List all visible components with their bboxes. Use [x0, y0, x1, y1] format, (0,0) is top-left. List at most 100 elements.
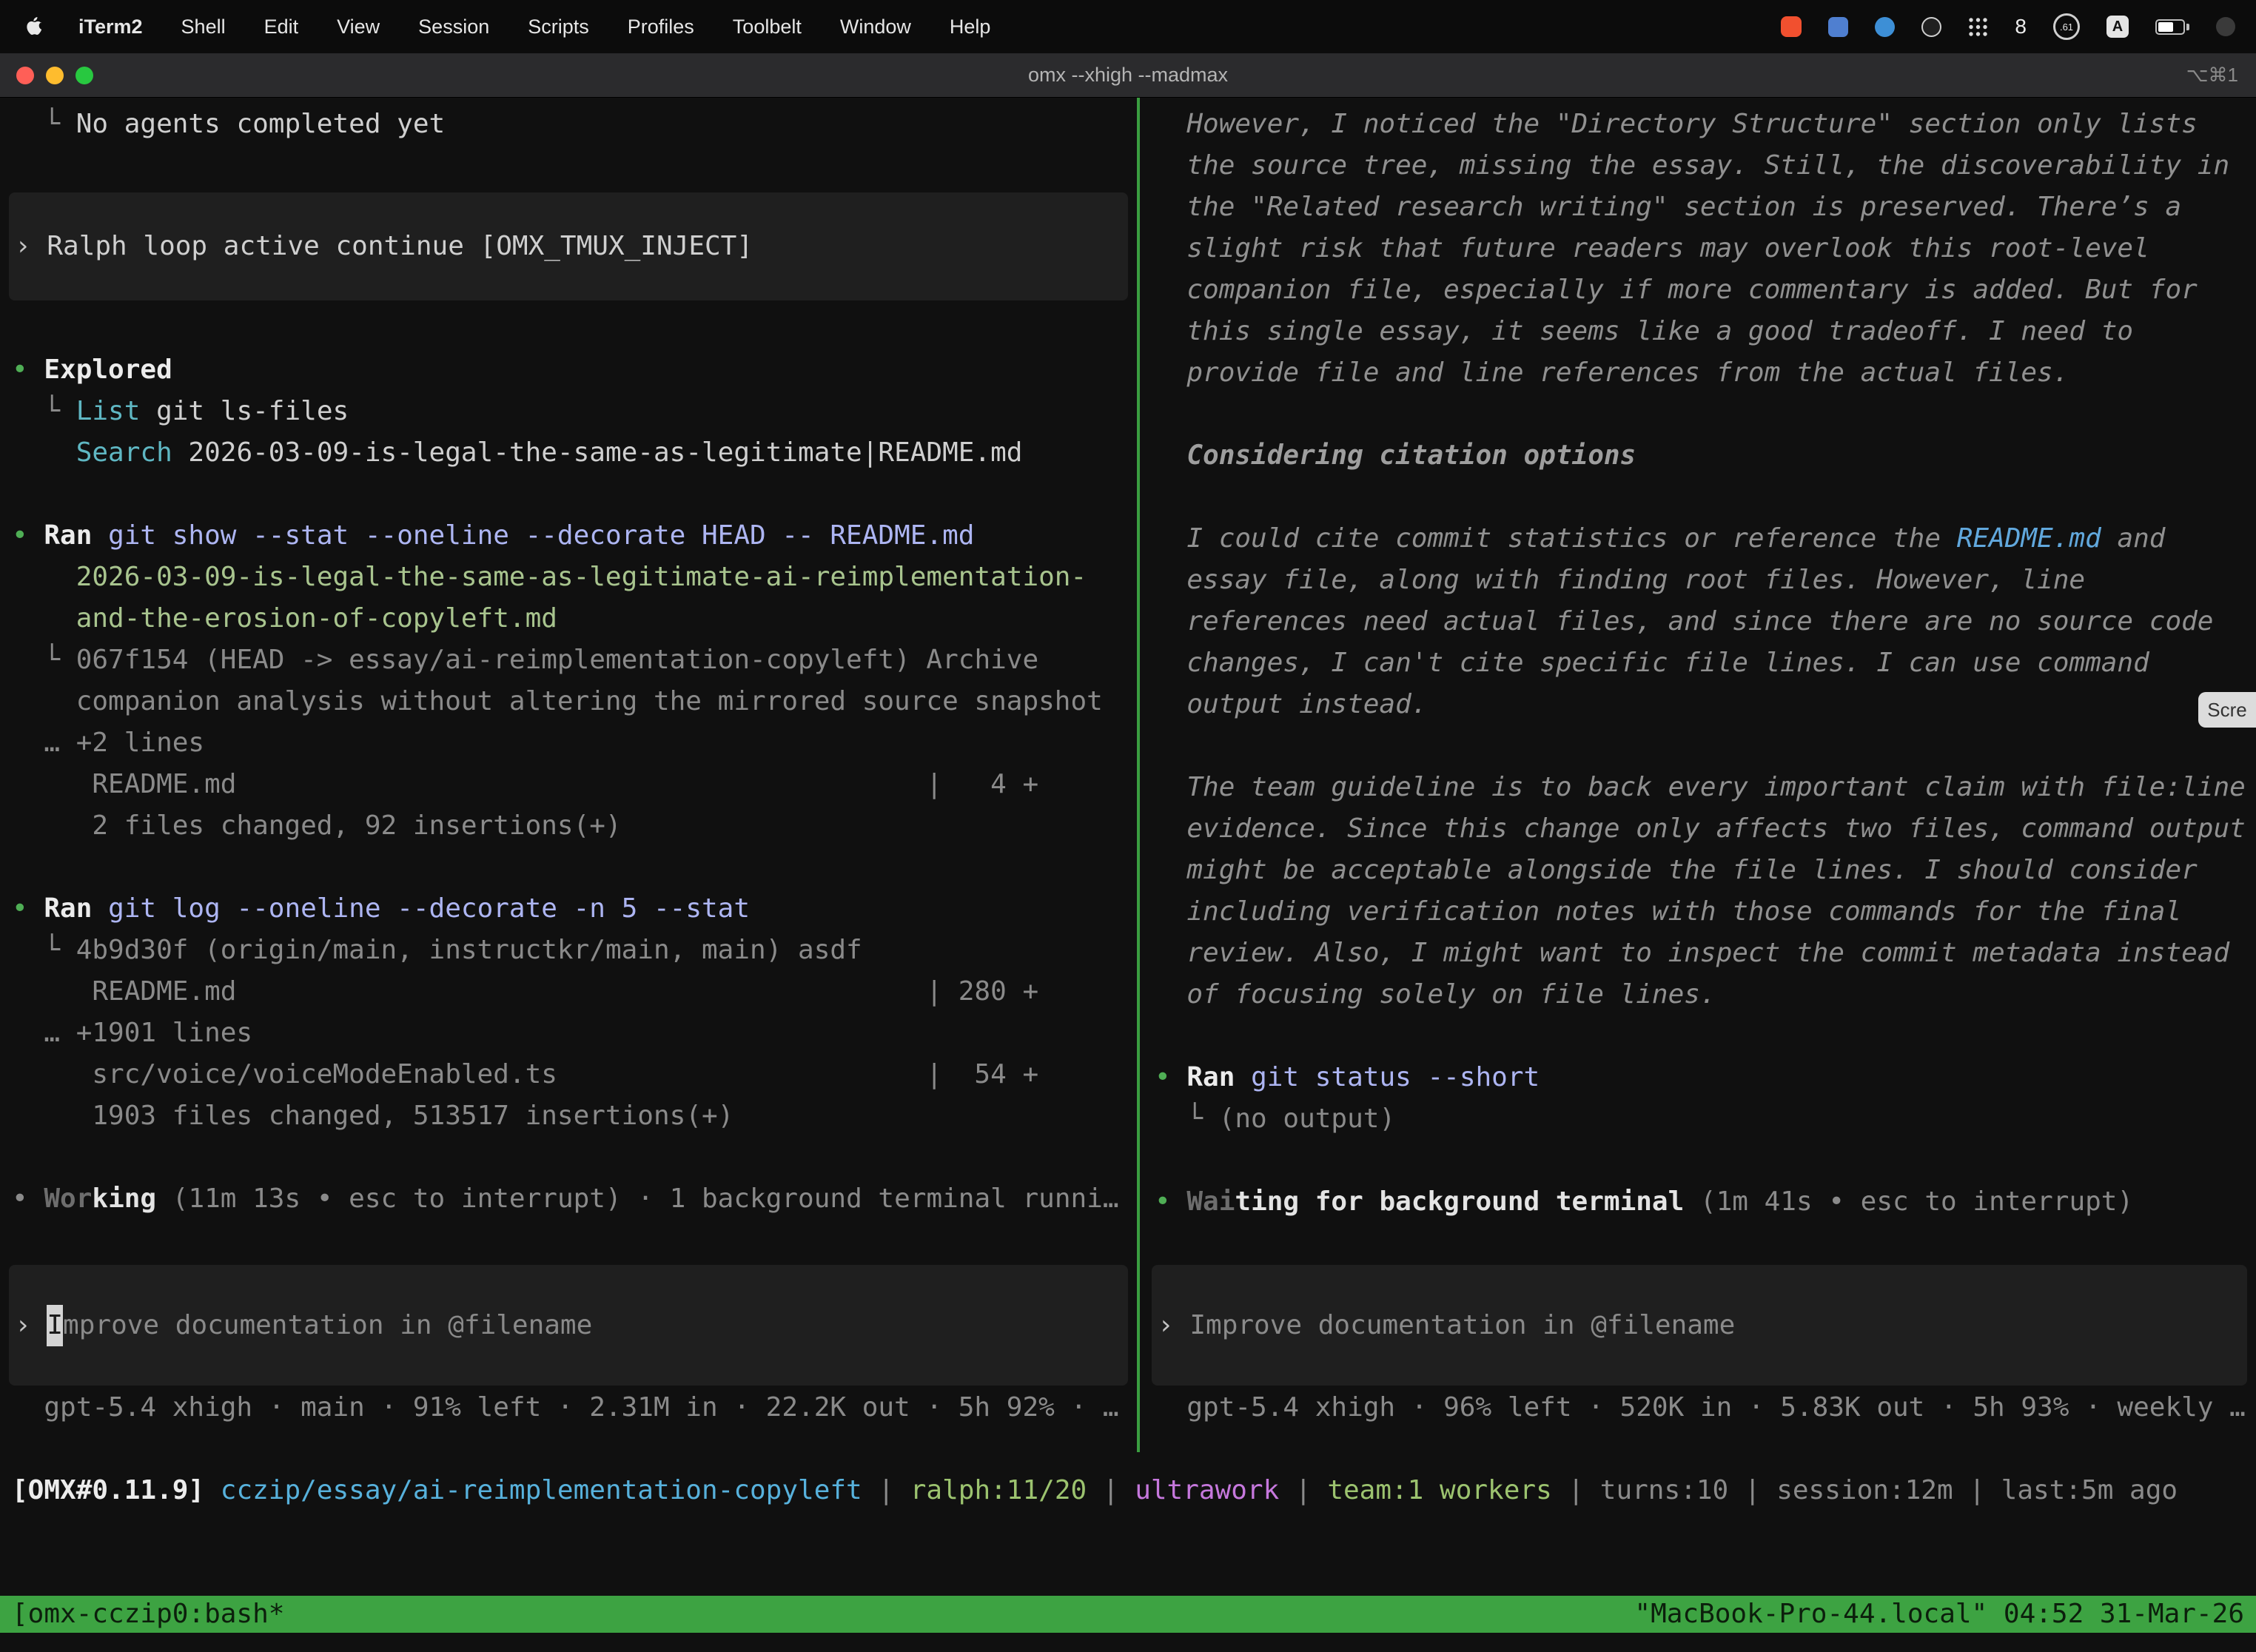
terminal-line: [0, 1137, 1137, 1178]
screen-share-button[interactable]: Scre: [2198, 692, 2256, 728]
terminal-line: provide file and line references from th…: [1143, 352, 2256, 394]
terminal-line: • Explored: [0, 349, 1137, 391]
screen-recording-indicator-icon[interactable]: [1781, 16, 1802, 37]
blue-grid-app-icon[interactable]: [1828, 17, 1848, 37]
battery-icon[interactable]: [2155, 19, 2189, 35]
left-agent-pane: └ No agents completed yet › Ralph loop a…: [0, 98, 1137, 1428]
terminal-line: However, I noticed the "Directory Struct…: [1143, 104, 2256, 145]
terminal-line: [1143, 477, 2256, 518]
terminal-line: this single essay, it seems like a good …: [1143, 311, 2256, 352]
right-pane-lines: However, I noticed the "Directory Struct…: [1143, 104, 2256, 1223]
terminal-line: └ No agents completed yet: [0, 104, 1137, 145]
nine-dot-grid-icon[interactable]: [1968, 17, 1988, 37]
terminal-line: Considering citation options: [1143, 435, 2256, 477]
gauge-icon[interactable]: .61: [2053, 13, 2080, 40]
terminal-line: essay file, along with finding root file…: [1143, 560, 2256, 601]
terminal-line: The team guideline is to back every impo…: [1143, 767, 2256, 808]
menu-item-toolbelt[interactable]: Toolbelt: [714, 16, 821, 38]
terminal-line: └ 4b9d30f (origin/main, instructkr/main,…: [0, 930, 1137, 971]
menu-item-view[interactable]: View: [318, 16, 399, 38]
control-center-icon[interactable]: [2216, 17, 2235, 36]
terminal-line: the source tree, missing the essay. Stil…: [1143, 145, 2256, 187]
terminal-line: slight risk that future readers may over…: [1143, 228, 2256, 269]
menu-item-session[interactable]: Session: [399, 16, 508, 38]
right-prompt-input[interactable]: › Improve documentation in @filename: [1152, 1265, 2247, 1386]
terminal-line: • Ran git show --stat --oneline --decora…: [0, 515, 1137, 557]
menu-item-scripts[interactable]: Scripts: [508, 16, 608, 38]
terminal-line: output instead.: [1143, 684, 2256, 725]
terminal-line: evidence. Since this change only affects…: [1143, 808, 2256, 850]
terminal-line: companion analysis without altering the …: [0, 681, 1137, 722]
right-agent-pane: However, I noticed the "Directory Struct…: [1143, 98, 2256, 1428]
window-title-bar[interactable]: omx --xhigh --madmax ⌥⌘1: [0, 53, 2256, 98]
omx-status-line: [OMX#0.11.9] cczip/essay/ai-reimplementa…: [0, 1470, 2256, 1511]
terminal-line: references need actual files, and since …: [1143, 601, 2256, 642]
terminal-line: I could cite commit statistics or refere…: [1143, 518, 2256, 560]
terminal-line: • Waiting for background terminal (1m 41…: [1143, 1181, 2256, 1223]
terminal-line: 2026-03-09-is-legal-the-same-as-legitima…: [0, 557, 1137, 598]
terminal-line: • Working (11m 13s • esc to interrupt) ·…: [0, 1178, 1137, 1220]
terminal-line: might be acceptable alongside the file l…: [1143, 850, 2256, 891]
terminal-line: • Ran git log --oneline --decorate -n 5 …: [0, 888, 1137, 930]
traffic-lights: [0, 67, 93, 84]
number-8-badge[interactable]: 8: [2015, 15, 2027, 38]
terminal-line: [0, 847, 1137, 888]
terminal-line: • Ran git status --short: [1143, 1057, 2256, 1098]
ralph-inject-box: › Ralph loop active continue [OMX_TMUX_I…: [9, 192, 1128, 300]
left-pane-main-lines: • Explored └ List git ls-files Search 20…: [0, 349, 1137, 1220]
terminal-line: └ List git ls-files: [0, 391, 1137, 432]
menu-item-help[interactable]: Help: [930, 16, 1010, 38]
terminal-line: review. Also, I might want to inspect th…: [1143, 933, 2256, 974]
terminal-line: Search 2026-03-09-is-legal-the-same-as-l…: [0, 432, 1137, 474]
terminal-line: [1143, 1140, 2256, 1181]
menu-item-shell[interactable]: Shell: [162, 16, 245, 38]
terminal-line: changes, I can't cite specific file line…: [1143, 642, 2256, 684]
tmux-status-bar: [omx-cczip0:bash* "MacBook-Pro-44.local"…: [0, 1596, 2256, 1633]
terminal-line: src/voice/voiceModeEnabled.ts | 54 +: [0, 1054, 1137, 1095]
battery-fill: [2158, 22, 2173, 32]
menu-items: iTerm2ShellEditViewSessionScriptsProfile…: [59, 16, 1010, 38]
terminal-line: 1903 files changed, 513517 insertions(+): [0, 1095, 1137, 1137]
terminal-line: [1143, 394, 2256, 435]
close-button[interactable]: [16, 67, 34, 84]
terminal-line: of focusing solely on file lines.: [1143, 974, 2256, 1015]
terminal-line: companion file, especially if more comme…: [1143, 269, 2256, 311]
terminal-line: … +1901 lines: [0, 1013, 1137, 1054]
terminal-line: [1143, 1015, 2256, 1057]
apple-icon: [25, 16, 43, 37]
apple-menu[interactable]: [21, 16, 59, 37]
menu-item-iterm2[interactable]: iTerm2: [59, 16, 162, 38]
terminal-line: 2 files changed, 92 insertions(+): [0, 805, 1137, 847]
battery-body: [2155, 19, 2185, 35]
tmux-host-clock: "MacBook-Pro-44.local" 04:52 31-Mar-26: [1634, 1596, 2244, 1633]
terminal-line: and-the-erosion-of-copyleft.md: [0, 598, 1137, 639]
terminal-content[interactable]: └ No agents completed yet › Ralph loop a…: [0, 98, 2256, 1652]
dark-app-icon[interactable]: [1921, 17, 1941, 37]
terminal-line: [1143, 725, 2256, 767]
battery-nub: [2186, 24, 2189, 30]
terminal-line: [0, 474, 1137, 515]
right-model-status-line: gpt-5.4 xhigh · 96% left · 520K in · 5.8…: [1143, 1387, 2256, 1428]
left-prompt-input[interactable]: › Improve documentation in @filename: [9, 1265, 1128, 1386]
minimize-button[interactable]: [46, 67, 64, 84]
menu-item-edit[interactable]: Edit: [245, 16, 318, 38]
terminal-line: └ (no output): [1143, 1098, 2256, 1140]
terminal-line: └ 067f154 (HEAD -> essay/ai-reimplementa…: [0, 639, 1137, 681]
terminal-line: README.md | 280 +: [0, 971, 1137, 1013]
pane-divider[interactable]: [1137, 98, 1140, 1452]
terminal-line: … +2 lines: [0, 722, 1137, 764]
left-model-status-line: gpt-5.4 xhigh · main · 91% left · 2.31M …: [0, 1387, 1137, 1428]
menu-item-profiles[interactable]: Profiles: [608, 16, 714, 38]
menu-item-window[interactable]: Window: [821, 16, 930, 38]
terminal-line: including verification notes with those …: [1143, 891, 2256, 933]
macos-menu-bar: iTerm2ShellEditViewSessionScriptsProfile…: [0, 0, 2256, 53]
input-source-icon[interactable]: A: [2106, 16, 2129, 38]
blue-app-icon[interactable]: [1875, 17, 1895, 37]
left-pane-top-lines: └ No agents completed yet: [0, 104, 1137, 145]
window-shortcut: ⌥⌘1: [2186, 64, 2256, 87]
tmux-session-window: [omx-cczip0:bash*: [12, 1596, 284, 1633]
menu-bar-status-icons: 8 .61 A: [1781, 13, 2235, 40]
gauge-value: .61: [2060, 21, 2073, 33]
zoom-button[interactable]: [75, 67, 93, 84]
terminal-line: the "Related research writing" section i…: [1143, 187, 2256, 228]
